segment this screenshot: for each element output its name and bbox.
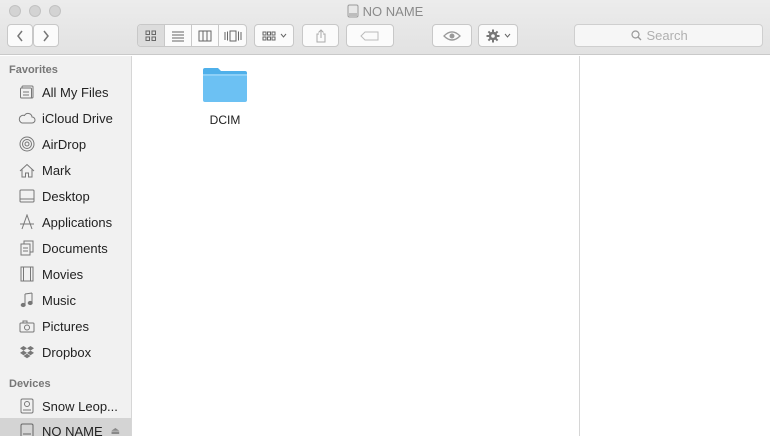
sidebar-item-label: Snow Leop... [42, 398, 118, 414]
arrange-grid-icon [262, 31, 275, 40]
sidebar-item-movies[interactable]: Movies [0, 261, 131, 287]
folder-label: DCIM [209, 113, 241, 127]
list-view-button[interactable] [165, 25, 192, 46]
eye-icon [443, 30, 461, 41]
all-files-icon [16, 84, 38, 100]
sidebar-item-applications[interactable]: Applications [0, 209, 131, 235]
columns-icon [198, 30, 212, 41]
desktop-icon [16, 189, 38, 203]
title-bar: NO NAME [0, 0, 770, 55]
sidebar-item-label: Applications [42, 214, 113, 230]
sidebar-item-label: Pictures [42, 318, 89, 334]
sidebar-item-label: All My Files [42, 84, 109, 100]
window-title: NO NAME [0, 4, 770, 21]
sidebar: Favorites All My Files iCloud Drive AirD… [0, 56, 132, 436]
icon-view-button[interactable] [138, 25, 165, 46]
sidebar-item-label: NO NAME [42, 423, 103, 436]
search-icon [630, 30, 641, 41]
sidebar-item-mark[interactable]: Mark [0, 157, 131, 183]
sidebar-item-label: Movies [42, 266, 84, 282]
sidebar-item-label: iCloud Drive [42, 110, 113, 126]
eject-icon[interactable]: ⏏ [111, 426, 120, 436]
sidebar-item-label: Mark [42, 162, 71, 178]
column-view-button[interactable] [192, 25, 219, 46]
back-button[interactable] [7, 24, 33, 47]
file-browser-content: DCIM [133, 56, 579, 436]
devices-header: Devices [9, 378, 51, 390]
sidebar-item-label: Music [42, 292, 76, 308]
sidebar-item-airdrop[interactable]: AirDrop [0, 131, 131, 157]
folder-icon [203, 68, 247, 102]
chevron-right-icon [43, 30, 49, 41]
list-icon [172, 31, 184, 41]
music-icon [16, 292, 38, 308]
window-title-text: NO NAME [362, 4, 424, 19]
arrange-button[interactable] [254, 24, 294, 47]
sidebar-item-icloud-drive[interactable]: iCloud Drive [0, 105, 131, 131]
cloud-icon [16, 112, 38, 124]
sidebar-item-label: Desktop [42, 188, 90, 204]
sidebar-item-dropbox[interactable]: Dropbox [0, 339, 131, 365]
view-mode-control [137, 24, 247, 47]
movies-icon [16, 266, 38, 282]
documents-icon [16, 240, 38, 256]
tags-button[interactable] [346, 24, 394, 47]
cover-flow-icon [224, 30, 241, 41]
preview-pane [579, 56, 770, 436]
home-icon [16, 163, 38, 178]
folder-item[interactable]: DCIM [197, 66, 253, 127]
share-button[interactable] [302, 24, 339, 47]
favorites-header: Favorites [9, 64, 58, 76]
dropbox-icon [16, 345, 38, 360]
sidebar-item-no-name[interactable]: NO NAME ⏏ [0, 418, 131, 436]
sidebar-item-pictures[interactable]: Pictures [0, 313, 131, 339]
quick-look-button[interactable] [432, 24, 472, 47]
action-button[interactable] [478, 24, 518, 47]
gear-icon [486, 29, 499, 42]
search-field[interactable] [574, 24, 763, 47]
sidebar-item-label: AirDrop [42, 136, 87, 152]
chevron-left-icon [17, 30, 23, 41]
cover-flow-button[interactable] [219, 25, 246, 46]
forward-button[interactable] [33, 24, 59, 47]
grid-icon [145, 30, 156, 41]
sidebar-item-all-my-files[interactable]: All My Files [0, 79, 131, 105]
share-icon [316, 28, 325, 42]
applications-icon [16, 214, 38, 230]
sidebar-item-snow-leopard[interactable]: Snow Leop... [0, 393, 131, 419]
search-input[interactable] [646, 28, 707, 43]
chevron-down-icon [280, 33, 286, 38]
sidebar-item-music[interactable]: Music [0, 287, 131, 313]
sidebar-item-desktop[interactable]: Desktop [0, 183, 131, 209]
external-drive-icon [347, 4, 359, 21]
sidebar-item-label: Documents [42, 240, 108, 256]
pictures-icon [16, 320, 38, 333]
hard-drive-icon [16, 398, 38, 414]
sidebar-item-documents[interactable]: Documents [0, 235, 131, 261]
airdrop-icon [16, 136, 38, 152]
sidebar-item-label: Dropbox [42, 344, 92, 360]
tag-icon [360, 31, 379, 40]
chevron-down-icon [504, 33, 510, 38]
external-drive-icon [16, 423, 38, 436]
